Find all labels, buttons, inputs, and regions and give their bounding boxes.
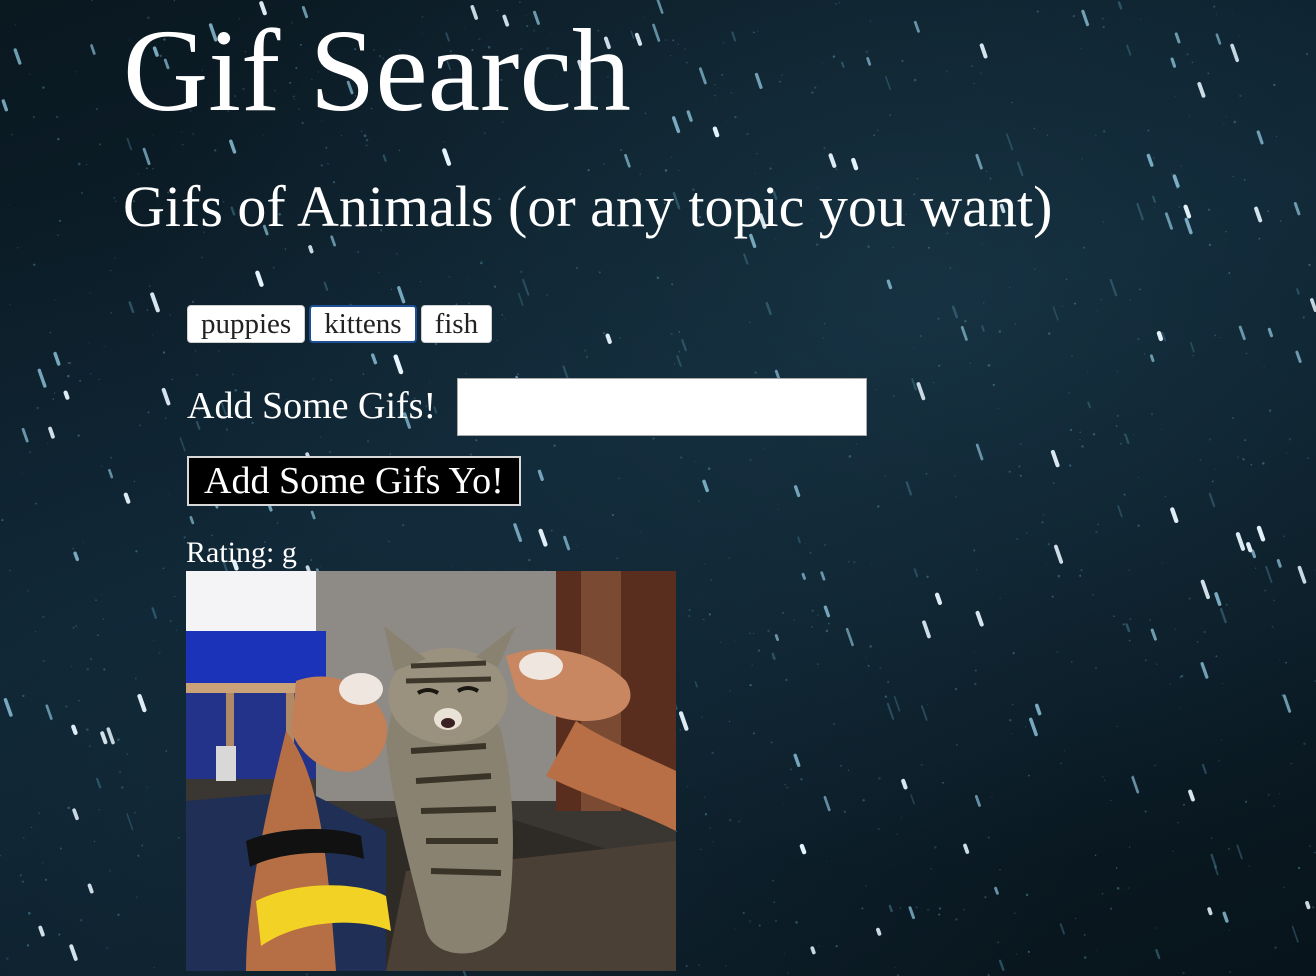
page: Gif Search Gifs of Animals (or any topic… <box>0 0 1316 976</box>
page-subtitle: Gifs of Animals (or any topic you want) <box>123 174 1053 239</box>
gif-card: Rating: g <box>186 535 676 971</box>
add-gifs-label: Add Some Gifs! <box>187 385 437 427</box>
topic-buttons: puppies kittens fish <box>187 305 493 343</box>
topic-button-puppies[interactable]: puppies <box>187 305 306 343</box>
kitten-gif-illustration <box>186 571 676 971</box>
topic-button-fish[interactable]: fish <box>420 305 493 343</box>
topic-input[interactable] <box>457 378 867 436</box>
kitten-gif-image[interactable] <box>186 571 676 971</box>
topic-button-kittens[interactable]: kittens <box>309 305 417 343</box>
gif-rating: Rating: g <box>186 536 297 569</box>
add-gifs-button[interactable]: Add Some Gifs Yo! <box>187 456 521 506</box>
page-title: Gif Search <box>123 5 631 136</box>
